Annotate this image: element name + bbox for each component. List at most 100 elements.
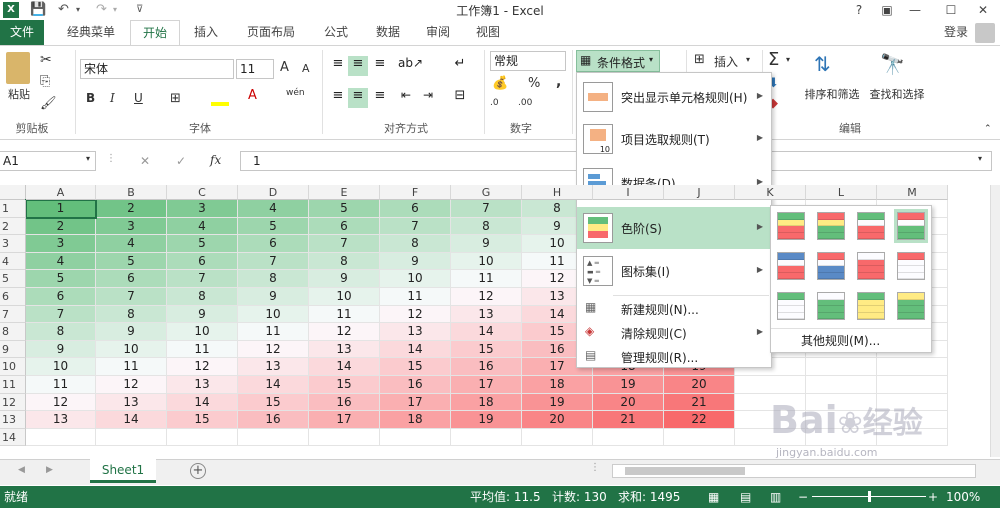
cell-f10[interactable]: 15 — [380, 358, 451, 376]
tab-data[interactable]: 数据 — [366, 20, 410, 45]
cell-f9[interactable]: 14 — [380, 340, 451, 359]
border-icon[interactable]: ⊞ — [170, 91, 181, 106]
cell-l10[interactable] — [806, 358, 877, 376]
cancel-edit-button[interactable]: ✕ — [140, 154, 150, 168]
cell-m10[interactable] — [877, 358, 948, 376]
cell-b11[interactable]: 12 — [96, 376, 167, 394]
cell-c13[interactable]: 15 — [167, 411, 238, 429]
horizontal-scrollbar[interactable] — [612, 464, 976, 478]
cut-icon[interactable]: ✂ — [40, 52, 52, 68]
cell-f3[interactable]: 8 — [380, 235, 451, 253]
align-left-icon[interactable]: ≡ — [328, 88, 348, 108]
zoom-out-icon[interactable]: − — [798, 486, 808, 508]
percent-button[interactable]: % — [528, 76, 540, 91]
sheet-tab-sheet1[interactable]: Sheet1 — [90, 459, 156, 483]
cell-e1[interactable]: 5 — [309, 200, 380, 218]
column-header-e[interactable]: E — [309, 185, 380, 200]
cell-c11[interactable]: 13 — [167, 376, 238, 394]
row-header-7[interactable]: 7 — [0, 305, 26, 324]
cell-d3[interactable]: 6 — [238, 235, 309, 253]
decrease-decimal-button[interactable]: .00 — [518, 98, 532, 108]
align-center-icon[interactable]: ≡ — [348, 88, 368, 108]
italic-button[interactable]: I — [110, 91, 115, 105]
menu-item-clear-rules[interactable]: ◈ 清除规则(C) ▶ — [577, 321, 771, 343]
collapse-ribbon-icon[interactable]: ⌃ — [984, 124, 992, 134]
cell-e13[interactable]: 17 — [309, 411, 380, 429]
cell-h12[interactable]: 19 — [522, 393, 593, 412]
cell-g13[interactable]: 19 — [451, 411, 522, 429]
cell-b8[interactable]: 9 — [96, 323, 167, 341]
column-header-j[interactable]: J — [664, 185, 735, 200]
cell-b3[interactable]: 4 — [96, 235, 167, 253]
undo-dropdown-icon[interactable]: ▾ — [76, 1, 80, 19]
cell-a14[interactable] — [26, 428, 96, 447]
column-header-b[interactable]: B — [96, 185, 167, 200]
cell-h11[interactable]: 18 — [522, 376, 593, 394]
color-scale-swatch[interactable] — [817, 252, 845, 280]
cell-f8[interactable]: 13 — [380, 323, 451, 341]
cell-e12[interactable]: 16 — [309, 393, 380, 412]
cell-c7[interactable]: 9 — [167, 305, 238, 324]
cell-j11[interactable]: 20 — [664, 376, 735, 394]
cell-e5[interactable]: 9 — [309, 270, 380, 288]
cell-g11[interactable]: 17 — [451, 376, 522, 394]
bold-button[interactable]: B — [86, 91, 95, 105]
cell-f14[interactable] — [380, 428, 451, 447]
tab-home[interactable]: 开始 — [130, 20, 180, 45]
cell-a7[interactable]: 7 — [26, 305, 96, 324]
column-header-k[interactable]: K — [735, 185, 806, 200]
cell-d14[interactable] — [238, 428, 309, 447]
cell-f4[interactable]: 9 — [380, 252, 451, 271]
cell-f11[interactable]: 16 — [380, 376, 451, 394]
align-bottom-icon[interactable]: ≡ — [370, 56, 390, 76]
cell-a2[interactable]: 2 — [26, 217, 96, 236]
cell-d13[interactable]: 16 — [238, 411, 309, 429]
cell-f5[interactable]: 10 — [380, 270, 451, 288]
cell-e8[interactable]: 12 — [309, 323, 380, 341]
sign-in-link[interactable]: 登录 — [944, 20, 968, 45]
cell-d6[interactable]: 9 — [238, 288, 309, 306]
cell-g6[interactable]: 12 — [451, 288, 522, 306]
row-header-12[interactable]: 12 — [0, 393, 26, 412]
tab-classic-menu[interactable]: 经典菜单 — [56, 20, 126, 45]
row-header-2[interactable]: 2 — [0, 217, 26, 236]
row-header-6[interactable]: 6 — [0, 288, 26, 306]
tab-review[interactable]: 审阅 — [416, 20, 460, 45]
paste-icon[interactable] — [6, 52, 30, 84]
minimize-icon[interactable]: — — [902, 0, 928, 20]
tab-insert[interactable]: 插入 — [184, 20, 228, 45]
orientation-icon[interactable]: ab↗ — [398, 56, 423, 76]
cell-c8[interactable]: 10 — [167, 323, 238, 341]
row-header-8[interactable]: 8 — [0, 323, 26, 341]
decrease-indent-icon[interactable]: ⇤ — [396, 88, 416, 108]
cell-e2[interactable]: 6 — [309, 217, 380, 236]
vertical-scrollbar[interactable] — [990, 185, 1000, 457]
cell-i13[interactable]: 21 — [593, 411, 664, 429]
cell-d11[interactable]: 14 — [238, 376, 309, 394]
tab-page-layout[interactable]: 页面布局 — [236, 20, 306, 45]
color-scale-swatch[interactable] — [777, 212, 805, 240]
zoom-in-icon[interactable]: + — [928, 486, 938, 508]
row-header-11[interactable]: 11 — [0, 376, 26, 394]
row-header-13[interactable]: 13 — [0, 411, 26, 429]
align-top-icon[interactable]: ≡ — [328, 56, 348, 76]
grow-font-button[interactable]: A — [280, 60, 289, 75]
cell-c2[interactable]: 4 — [167, 217, 238, 236]
color-scale-swatch[interactable] — [777, 252, 805, 280]
cell-e14[interactable] — [309, 428, 380, 447]
cell-m11[interactable] — [877, 376, 948, 394]
cell-e4[interactable]: 8 — [309, 252, 380, 271]
color-scale-swatch[interactable] — [817, 292, 845, 320]
cell-f12[interactable]: 17 — [380, 393, 451, 412]
cell-g4[interactable]: 10 — [451, 252, 522, 271]
cell-b12[interactable]: 13 — [96, 393, 167, 412]
cell-g2[interactable]: 8 — [451, 217, 522, 236]
cell-e6[interactable]: 10 — [309, 288, 380, 306]
avatar[interactable] — [975, 23, 995, 43]
redo-dropdown-icon[interactable]: ▾ — [113, 1, 117, 19]
cell-c10[interactable]: 12 — [167, 358, 238, 376]
cell-h14[interactable] — [522, 428, 593, 447]
cell-e9[interactable]: 13 — [309, 340, 380, 359]
zoom-level[interactable]: 100% — [946, 486, 980, 508]
color-scale-swatch[interactable] — [857, 212, 885, 240]
